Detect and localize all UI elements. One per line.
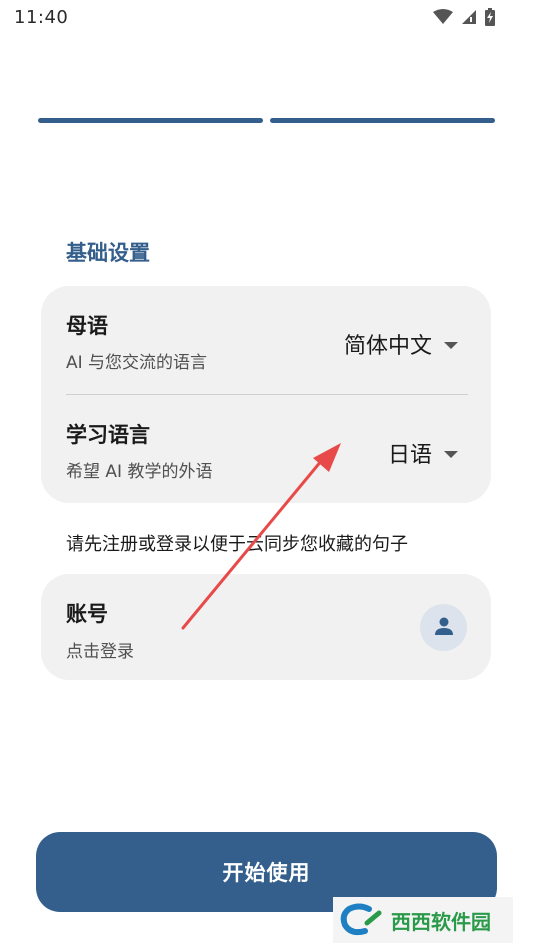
account-subtitle: 点击登录 bbox=[66, 642, 134, 662]
status-icons bbox=[433, 8, 495, 30]
watermark-c-icon bbox=[340, 903, 382, 936]
settings-card: 母语 AI 与您交流的语言 简体中文 学习语言 希望 AI 教学的外语 日语 bbox=[41, 286, 491, 503]
section-title: 基础设置 bbox=[66, 241, 150, 265]
watermark-text: 西西软件园 bbox=[391, 909, 491, 934]
signal-icon bbox=[461, 9, 477, 29]
wifi-icon bbox=[433, 9, 453, 29]
native-language-subtitle: AI 与您交流的语言 bbox=[66, 353, 208, 373]
chevron-down-icon bbox=[444, 450, 458, 458]
person-icon bbox=[434, 616, 454, 640]
status-bar: 11:40 bbox=[0, 0, 533, 36]
learning-language-value: 日语 bbox=[387, 443, 432, 468]
native-language-select[interactable]: 简体中文 bbox=[344, 328, 458, 360]
battery-charging-icon bbox=[485, 8, 495, 30]
progress-step-2 bbox=[270, 118, 495, 123]
status-time: 11:40 bbox=[14, 7, 69, 28]
learning-language-select[interactable]: 日语 bbox=[388, 437, 458, 469]
native-language-value: 简体中文 bbox=[343, 334, 432, 359]
watermark-logo: 西西软件园 bbox=[333, 897, 513, 943]
account-card[interactable]: 账号 点击登录 bbox=[41, 574, 491, 680]
chevron-down-icon bbox=[444, 341, 458, 349]
learning-language-subtitle: 希望 AI 教学的外语 bbox=[66, 462, 213, 482]
learning-language-row[interactable]: 学习语言 希望 AI 教学的外语 日语 bbox=[41, 395, 491, 503]
native-language-row[interactable]: 母语 AI 与您交流的语言 简体中文 bbox=[41, 286, 491, 394]
account-title: 账号 bbox=[66, 602, 108, 626]
learning-language-title: 学习语言 bbox=[66, 423, 150, 447]
native-language-title: 母语 bbox=[66, 314, 108, 338]
sync-note: 请先注册或登录以便于云同步您收藏的句子 bbox=[66, 534, 408, 555]
avatar[interactable] bbox=[420, 604, 467, 651]
progress-step-1 bbox=[38, 118, 263, 123]
